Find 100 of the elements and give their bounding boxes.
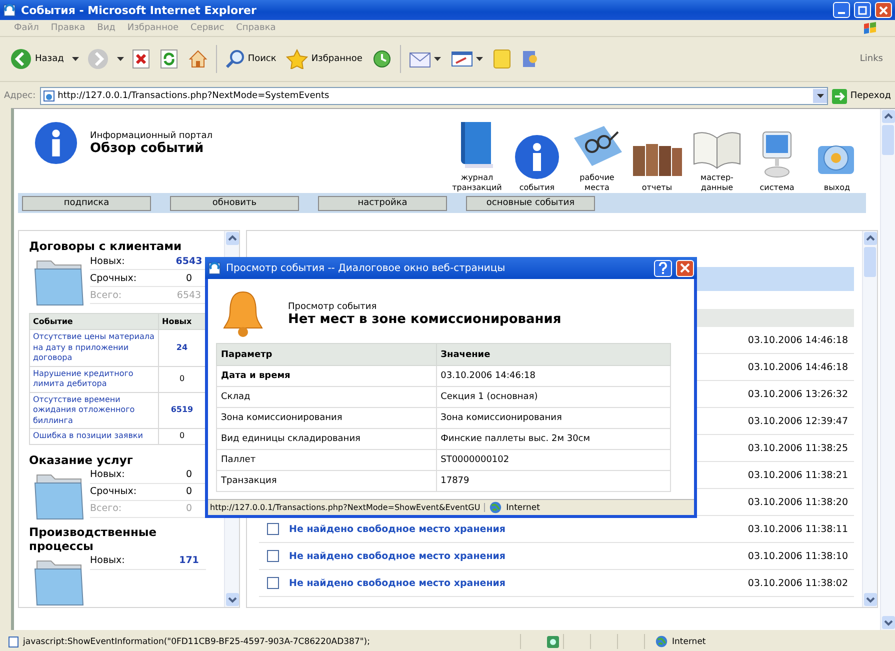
action-button[interactable]: настройка bbox=[318, 196, 447, 210]
value-cell: 03.10.2006 14:46:18 bbox=[436, 366, 670, 386]
count-label: Всего: bbox=[90, 503, 122, 514]
page-icon bbox=[42, 90, 55, 102]
nav-link[interactable]: события bbox=[508, 134, 566, 193]
action-button[interactable]: подписка bbox=[22, 196, 151, 210]
scrollbar-thumb[interactable] bbox=[864, 247, 876, 277]
search-icon bbox=[224, 49, 245, 69]
nav-link[interactable]: журнал транзакций bbox=[448, 120, 506, 193]
caret-icon bbox=[816, 94, 824, 98]
star-icon bbox=[286, 49, 308, 69]
links-button[interactable]: Links bbox=[854, 53, 889, 65]
help-icon bbox=[658, 262, 668, 274]
checkbox[interactable] bbox=[267, 523, 279, 535]
count-value: 0 bbox=[184, 272, 194, 284]
status-url: http://127.0.0.1/Transactions.php?NextMode=ShowEvent&EventGU bbox=[208, 503, 486, 512]
parameter-cell: Склад bbox=[216, 386, 436, 408]
nav-link[interactable]: мастер-данные bbox=[688, 128, 746, 193]
group-title: Оказание услуг bbox=[29, 452, 134, 466]
minimize-icon bbox=[838, 12, 845, 14]
event-time: 03.10.2006 11:38:02 bbox=[748, 578, 849, 588]
arrow-right-icon bbox=[86, 48, 109, 70]
count-value: 0 bbox=[184, 503, 194, 514]
portal-subtitle: Информационный портал bbox=[90, 131, 213, 141]
window-icon bbox=[3, 3, 17, 17]
zone-label: Internet bbox=[506, 502, 540, 512]
scrollbar-thumb[interactable] bbox=[882, 125, 894, 155]
scrollbar[interactable] bbox=[880, 109, 895, 630]
back-button[interactable]: Назад bbox=[8, 46, 66, 72]
zone-label: Internet bbox=[672, 636, 706, 646]
count-value: 6543 bbox=[176, 290, 202, 300]
page-icon bbox=[8, 636, 19, 648]
go-button[interactable]: Переход bbox=[832, 88, 891, 104]
minimize-button[interactable] bbox=[833, 2, 850, 18]
value-cell: Секция 1 (основная) bbox=[436, 386, 670, 408]
status-text: javascript:ShowEventInformation("0FD11CB9-BF25-4597-903A-7C86220AD387"); bbox=[23, 636, 371, 646]
close-button[interactable] bbox=[676, 260, 694, 276]
stop-button[interactable] bbox=[130, 47, 152, 71]
close-icon bbox=[680, 263, 690, 273]
close-button[interactable] bbox=[875, 2, 892, 18]
help-button[interactable] bbox=[654, 260, 672, 276]
window-icon bbox=[208, 261, 222, 275]
event-link[interactable]: Не найдено свободное место хранения bbox=[289, 578, 506, 588]
count-label: Срочных: bbox=[90, 272, 137, 284]
count-value: 0 bbox=[184, 486, 194, 497]
nav-link[interactable]: выход bbox=[808, 136, 866, 193]
value-cell: Финские паллеты выс. 2м 30см bbox=[436, 428, 670, 450]
checkbox[interactable] bbox=[267, 550, 279, 562]
info-icon bbox=[34, 121, 78, 165]
arrow-left-icon bbox=[10, 48, 32, 70]
search-button[interactable]: Поиск bbox=[222, 47, 278, 71]
nav-link[interactable]: система bbox=[748, 130, 806, 193]
nav-link[interactable]: рабочие места bbox=[568, 124, 626, 193]
event-time: 03.10.2006 14:46:18 bbox=[748, 334, 849, 346]
action-button[interactable]: обновить bbox=[170, 196, 299, 210]
column-header: Событие bbox=[30, 314, 158, 330]
event-link[interactable]: Не найдено свободное место хранения bbox=[289, 524, 506, 534]
column-header: Параметр bbox=[216, 344, 436, 366]
event-heading: Нет мест в зоне комиссионирования bbox=[288, 312, 562, 326]
maximize-icon bbox=[858, 6, 867, 14]
dialog-title: Просмотр события -- Диалоговое окно веб-страницы bbox=[226, 262, 506, 274]
count-label: Новых: bbox=[90, 469, 125, 480]
count-value: 6543 bbox=[174, 256, 204, 266]
parameter-cell: Дата и время bbox=[216, 366, 436, 386]
flag-icon bbox=[863, 22, 877, 34]
address-field[interactable]: http://127.0.0.1/Transactions.php?NextMode=SystemEvents bbox=[40, 87, 828, 105]
url-input[interactable]: http://127.0.0.1/Transactions.php?NextMode=SystemEvents bbox=[58, 91, 810, 101]
event-time: 03.10.2006 14:46:18 bbox=[748, 362, 849, 372]
count-label: Новых: bbox=[90, 555, 125, 566]
event-time: 03.10.2006 13:26:32 bbox=[748, 388, 849, 400]
refresh-button[interactable] bbox=[158, 47, 180, 71]
parameter-cell: Транзакция bbox=[216, 470, 436, 492]
page-title: Обзор событий bbox=[90, 141, 205, 156]
scrollbar[interactable] bbox=[862, 231, 877, 607]
value-cell: ST0000000102 bbox=[436, 450, 670, 470]
address-label: Адрес: bbox=[4, 91, 36, 101]
value-cell: Зона комиссионирования bbox=[436, 408, 670, 428]
caret-icon bbox=[72, 56, 79, 62]
parameter-cell: Паллет bbox=[216, 450, 436, 470]
action-button[interactable]: основные события bbox=[466, 196, 595, 210]
event-time: 03.10.2006 12:39:47 bbox=[748, 416, 849, 426]
count-value: 0 bbox=[184, 469, 194, 480]
event-time: 03.10.2006 11:38:25 bbox=[748, 442, 849, 454]
checkbox[interactable] bbox=[267, 577, 279, 589]
nav-link[interactable]: отчеты bbox=[628, 138, 686, 193]
count-label: Всего: bbox=[90, 290, 122, 300]
column-header: Значение bbox=[436, 344, 670, 366]
connection-icon bbox=[547, 636, 559, 648]
event-time: 03.10.2006 11:38:11 bbox=[748, 524, 849, 534]
window-title: События - Microsoft Internet Explorer bbox=[21, 4, 258, 16]
caret-icon bbox=[476, 56, 484, 62]
parameter-cell: Зона комиссионирования bbox=[216, 408, 436, 428]
globe-icon bbox=[489, 501, 502, 514]
count-label: Новых: bbox=[90, 256, 125, 266]
favorites-button[interactable]: Избранное bbox=[284, 47, 364, 71]
dropdown-button[interactable] bbox=[813, 89, 828, 103]
event-time: 03.10.2006 11:38:20 bbox=[748, 496, 849, 508]
maximize-button[interactable] bbox=[854, 2, 871, 18]
event-link[interactable]: Не найдено свободное место хранения bbox=[289, 550, 506, 562]
window-edit-icon bbox=[451, 50, 474, 68]
